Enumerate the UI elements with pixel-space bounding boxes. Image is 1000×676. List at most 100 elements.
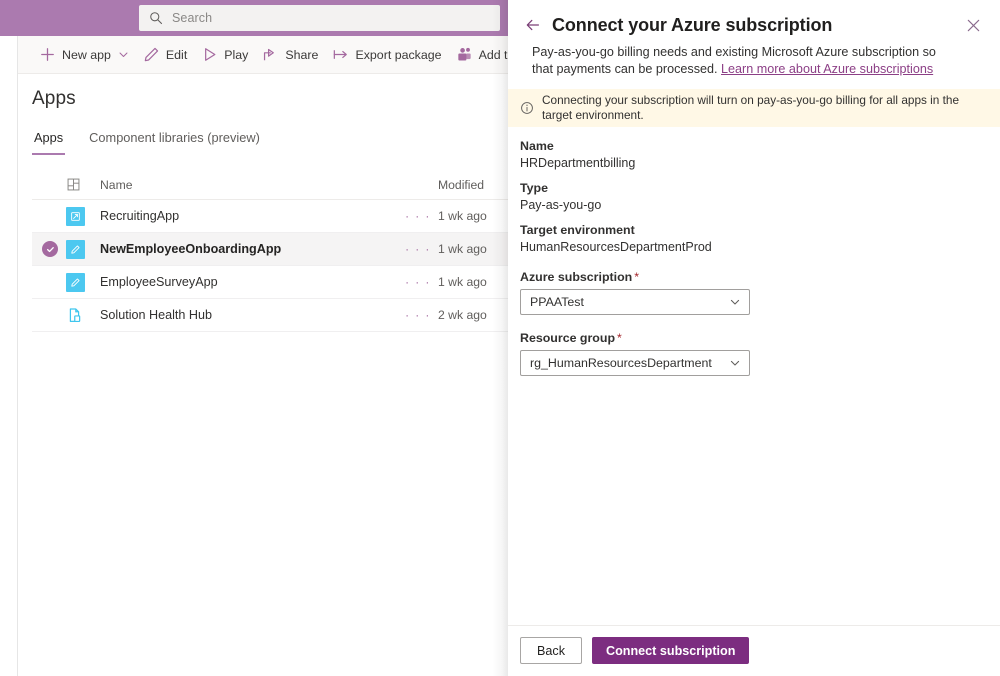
type-field-label: Type	[520, 181, 982, 195]
check-circle-icon	[42, 241, 58, 257]
page-title: Apps	[32, 88, 76, 110]
share-button[interactable]: Share	[255, 40, 325, 70]
search-input[interactable]: Search	[139, 5, 500, 31]
tab-component-libraries[interactable]: Component libraries (preview)	[87, 128, 262, 155]
canvas-app-icon	[66, 273, 85, 292]
plus-icon	[39, 46, 56, 63]
model-app-icon	[66, 306, 85, 325]
table-row[interactable]: NewEmployeeOnboardingApp · · · 1 wk ago	[32, 233, 510, 266]
row-name: Solution Health Hub	[100, 308, 398, 322]
search-icon	[149, 11, 163, 25]
name-field-value: HRDepartmentbilling	[520, 156, 982, 170]
row-modified: 2 wk ago	[438, 308, 510, 322]
row-icon-cell	[66, 306, 100, 325]
azure-subscription-field: Azure subscription* PPAATest	[520, 270, 982, 315]
add-to-teams-label: Add to Teams	[479, 48, 510, 62]
table-row[interactable]: RecruitingApp · · · 1 wk ago	[32, 200, 510, 233]
background-app-region: Search New app	[0, 0, 510, 676]
row-modified: 1 wk ago	[438, 275, 510, 289]
panel-footer: Back Connect subscription	[508, 625, 1000, 676]
azure-subscription-select[interactable]: PPAATest	[520, 289, 750, 315]
panel-close-button[interactable]	[960, 12, 986, 38]
row-select-cell[interactable]	[32, 241, 66, 257]
row-more-menu[interactable]: · · ·	[398, 242, 438, 256]
row-icon-cell	[66, 240, 100, 259]
row-icon-cell	[66, 207, 100, 226]
panel-description: Pay-as-you-go billing needs and existing…	[532, 44, 958, 78]
resource-group-selected-value: rg_HumanResourcesDepartment	[530, 356, 729, 370]
resource-group-select[interactable]: rg_HumanResourcesDepartment	[520, 350, 750, 376]
apps-page: Apps Apps Component libraries (preview)	[18, 74, 510, 676]
info-banner: Connecting your subscription will turn o…	[508, 89, 1000, 127]
resource-group-label-text: Resource group	[520, 331, 615, 345]
required-asterisk: *	[617, 331, 622, 345]
play-icon	[201, 46, 218, 63]
page-tabs: Apps Component libraries (preview)	[32, 128, 262, 155]
edit-label: Edit	[166, 48, 187, 62]
canvas-app-icon	[66, 240, 85, 259]
row-name: EmployeeSurveyApp	[100, 275, 398, 289]
export-icon	[332, 46, 349, 63]
required-asterisk: *	[634, 270, 639, 284]
chevron-down-icon	[118, 49, 129, 60]
arrow-left-icon	[525, 17, 541, 33]
export-package-label: Export package	[355, 48, 441, 62]
row-more-menu[interactable]: · · ·	[398, 209, 438, 223]
grid-header-name[interactable]: Name	[100, 178, 398, 192]
info-icon	[520, 101, 534, 115]
azure-subscription-label: Azure subscription*	[520, 270, 982, 284]
tab-component-libraries-label: Component libraries (preview)	[89, 130, 260, 145]
table-row[interactable]: Solution Health Hub · · · 2 wk ago	[32, 299, 510, 332]
grid-header-row: Name Modified	[32, 170, 510, 200]
grid-columns-icon[interactable]	[66, 177, 100, 192]
chevron-down-icon	[729, 296, 741, 308]
teams-icon	[456, 46, 473, 63]
close-icon	[967, 19, 980, 32]
target-environment-label: Target environment	[520, 223, 982, 237]
type-field-value: Pay-as-you-go	[520, 198, 982, 212]
play-label: Play	[224, 48, 248, 62]
row-more-menu[interactable]: · · ·	[398, 275, 438, 289]
connect-subscription-button[interactable]: Connect subscription	[592, 637, 749, 664]
row-modified: 1 wk ago	[438, 209, 510, 223]
grid-header-modified[interactable]: Modified	[438, 178, 510, 192]
chevron-down-icon	[729, 357, 741, 369]
top-brand-bar: Search	[0, 0, 510, 36]
play-button[interactable]: Play	[194, 40, 255, 70]
add-to-teams-button[interactable]: Add to Teams	[449, 40, 510, 70]
resource-group-field: Resource group* rg_HumanResourcesDepartm…	[520, 331, 982, 376]
command-bar: New app Edit	[18, 36, 510, 74]
row-icon-cell	[66, 273, 100, 292]
back-button[interactable]: Back	[520, 637, 582, 664]
app-screen: Search New app	[0, 0, 1000, 676]
new-app-label: New app	[62, 48, 111, 62]
row-name: RecruitingApp	[100, 209, 398, 223]
learn-more-link[interactable]: Learn more about Azure subscriptions	[721, 62, 933, 76]
row-modified: 1 wk ago	[438, 242, 510, 256]
info-banner-text: Connecting your subscription will turn o…	[542, 93, 986, 123]
share-label: Share	[285, 48, 318, 62]
azure-subscription-panel: Connect your Azure subscription Pay-as-y…	[508, 0, 1000, 676]
panel-back-button[interactable]	[520, 12, 546, 38]
row-more-menu[interactable]: · · ·	[398, 308, 438, 322]
pencil-icon	[143, 46, 160, 63]
target-environment-value: HumanResourcesDepartmentProd	[520, 240, 982, 254]
panel-title: Connect your Azure subscription	[552, 15, 832, 36]
azure-subscription-selected-value: PPAATest	[530, 295, 729, 309]
apps-grid: Name Modified	[32, 170, 510, 332]
export-package-button[interactable]: Export package	[325, 40, 448, 70]
panel-header: Connect your Azure subscription Pay-as-y…	[508, 0, 1000, 78]
table-row[interactable]: EmployeeSurveyApp · · · 1 wk ago	[32, 266, 510, 299]
tab-apps[interactable]: Apps	[32, 128, 65, 155]
share-icon	[262, 46, 279, 63]
resource-group-label: Resource group*	[520, 331, 982, 345]
new-app-button[interactable]: New app	[32, 40, 136, 70]
left-nav-rail[interactable]	[0, 36, 18, 676]
tab-apps-label: Apps	[34, 130, 63, 145]
edit-button[interactable]: Edit	[136, 40, 194, 70]
search-placeholder-text: Search	[172, 11, 212, 25]
canvas-app-icon	[66, 207, 85, 226]
row-name: NewEmployeeOnboardingApp	[100, 242, 398, 256]
azure-subscription-label-text: Azure subscription	[520, 270, 632, 284]
panel-body: Name HRDepartmentbilling Type Pay-as-you…	[508, 127, 1000, 625]
